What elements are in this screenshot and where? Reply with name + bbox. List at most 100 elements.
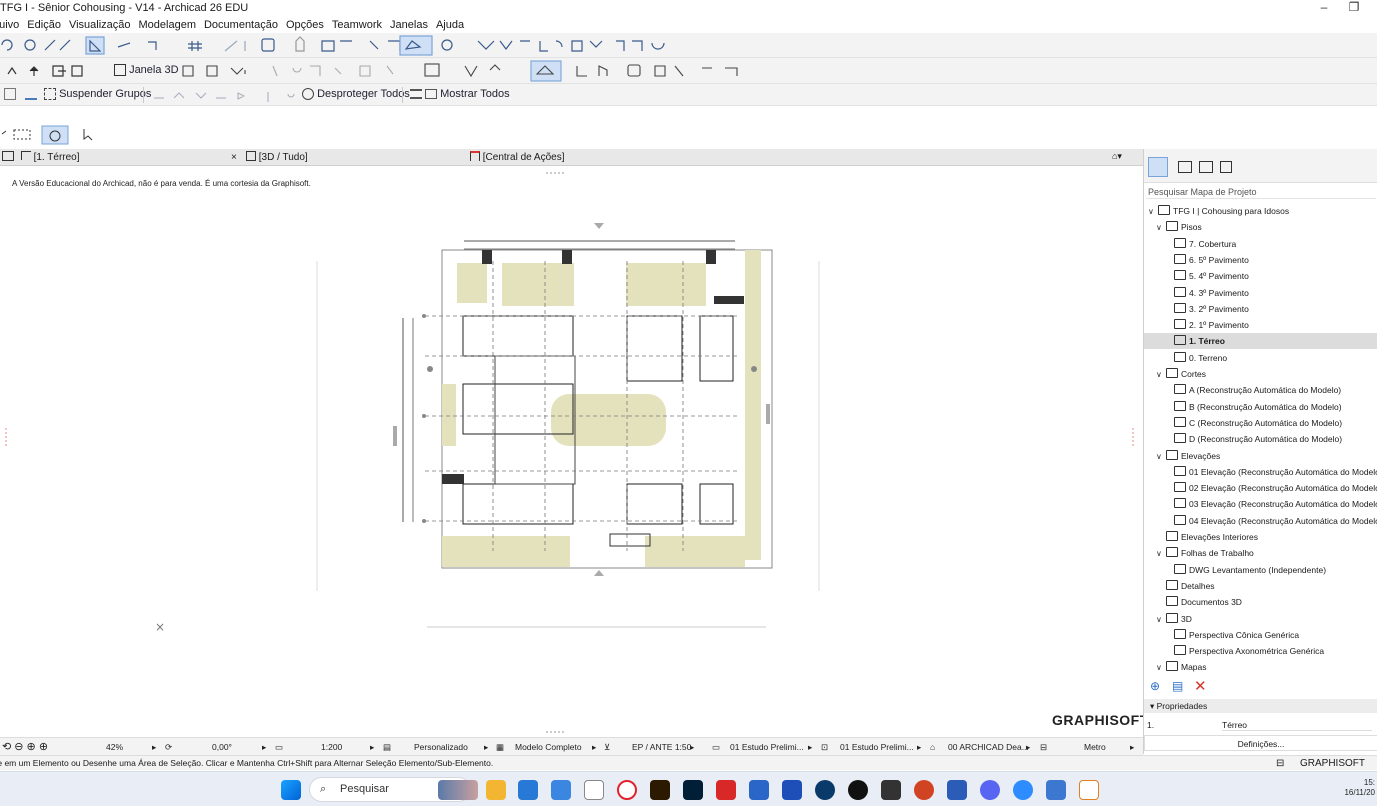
menu-edit[interactable]: Edição (23, 17, 65, 33)
tree-item[interactable]: 03 Elevação (Reconstrução Automática do … (1144, 496, 1377, 512)
minimize-button[interactable]: – (1310, 0, 1338, 17)
dimension-standard[interactable]: EP / ANTE 1:50 (632, 738, 691, 756)
zoom-tools-icon[interactable]: ⟲ ⊖ ⊕ ⊕ (2, 738, 48, 756)
menu-windows[interactable]: Janelas (386, 17, 432, 33)
tree-item[interactable]: DWG Levantamento (Independente) (1144, 562, 1377, 578)
clock[interactable]: 15: 16/11/20 (1344, 778, 1375, 798)
tree-item[interactable]: 4. 3º Pavimento (1144, 285, 1377, 301)
widget-icon[interactable] (438, 780, 478, 800)
tree-item[interactable]: Documentos 3D (1144, 594, 1377, 610)
chevron-down-icon[interactable]: ∨ (1156, 612, 1166, 627)
tree-item[interactable]: ∨Folhas de Trabalho (1144, 545, 1377, 561)
navigator-search[interactable]: Pesquisar Mapa de Projeto (1146, 185, 1376, 199)
archicad-2-icon[interactable] (1046, 780, 1066, 800)
tab-3d[interactable]: [3D / Tudo] (246, 149, 466, 166)
ms-store-icon[interactable] (518, 780, 538, 800)
renovation-dropdown-icon[interactable]: ▸ (1026, 738, 1030, 756)
scale-dropdown-icon[interactable]: ▸ (370, 738, 374, 756)
dimension-dropdown-icon[interactable]: ▸ (690, 738, 694, 756)
archicad-icon[interactable] (749, 780, 769, 800)
tree-item[interactable]: 04 Elevação (Reconstrução Automática do … (1144, 513, 1377, 529)
photoshop-icon[interactable] (683, 780, 703, 800)
tree-item[interactable]: 7. Cobertura (1144, 236, 1377, 252)
add-icon[interactable]: ⊕ (1150, 679, 1160, 693)
tree-item[interactable]: B (Reconstrução Automática do Modelo) (1144, 399, 1377, 415)
pen-set-dropdown-icon[interactable]: ▸ (484, 738, 488, 756)
graphic-override[interactable]: 01 Estudo Prelimi... (840, 738, 914, 756)
definitions-button[interactable]: Definições... (1144, 735, 1377, 751)
revit-icon[interactable] (782, 780, 802, 800)
zoom-dropdown-icon[interactable]: ▸ (152, 738, 156, 756)
windows-start-icon[interactable] (281, 780, 301, 800)
notes-icon[interactable] (584, 780, 604, 800)
zoom-level[interactable]: 42% (106, 738, 123, 756)
toolbar-3d-icons-right[interactable] (175, 58, 775, 84)
tree-item[interactable]: 3. 2º Pavimento (1144, 301, 1377, 317)
tab-menu-icon[interactable]: ⌂▾ (1112, 151, 1122, 162)
model-view[interactable]: Modelo Completo (515, 738, 582, 756)
tree-item[interactable]: 0. Terreno (1144, 350, 1377, 366)
rotate-icon[interactable]: ⟳ (165, 738, 172, 756)
tree-item[interactable]: Elevações Interiores (1144, 529, 1377, 545)
layout-book-icon[interactable] (1199, 161, 1213, 173)
tree-item[interactable]: 5. 4º Pavimento (1144, 268, 1377, 284)
chevron-down-icon[interactable]: ∨ (1156, 449, 1166, 464)
model-view-dropdown-icon[interactable]: ▸ (592, 738, 596, 756)
zoom-icon[interactable] (1013, 780, 1033, 800)
tree-item[interactable]: ∨Cortes (1144, 366, 1377, 382)
tree-item[interactable]: ∨3D (1144, 611, 1377, 627)
tab-action-center[interactable]: [Central de Ações] (470, 149, 670, 166)
floor-plan-drawing[interactable]: × (0, 166, 1140, 734)
steam-icon[interactable] (848, 780, 868, 800)
toolbar-3d-icons-left[interactable] (0, 58, 130, 84)
epic-games-icon[interactable] (881, 780, 901, 800)
properties-name[interactable]: Térreo (1222, 720, 1372, 731)
tree-item[interactable]: 02 Elevação (Reconstrução Automática do … (1144, 480, 1377, 496)
calculator-icon[interactable] (551, 780, 571, 800)
maximize-button[interactable]: ❐ (1340, 0, 1368, 17)
powerpoint-icon[interactable] (914, 780, 934, 800)
discord-icon[interactable] (980, 780, 1000, 800)
file-explorer-icon[interactable] (486, 780, 506, 800)
menu-view[interactable]: Visualização (65, 17, 135, 33)
show-all-button[interactable]: Mostrar Todos (410, 85, 510, 103)
tree-item[interactable]: ∨Pisos (1144, 219, 1377, 235)
menu-options[interactable]: Opções (282, 17, 328, 33)
autocad-icon[interactable] (716, 780, 736, 800)
unprotect-all-button[interactable]: Desproteger Todos (302, 85, 410, 103)
menu-help[interactable]: Ajuda (432, 17, 468, 33)
tree-item[interactable]: C (Reconstrução Automática do Modelo) (1144, 415, 1377, 431)
units-dropdown-icon[interactable]: ▸ (1130, 738, 1134, 756)
tree-item[interactable]: Perspectiva Cônica Genérica (1144, 627, 1377, 643)
override-dropdown-icon[interactable]: ▸ (917, 738, 921, 756)
opera-icon[interactable] (617, 780, 637, 800)
toolbar-standard-icons[interactable] (0, 33, 690, 58)
tree-item[interactable]: ∨Elevações (1144, 448, 1377, 464)
layer-combination[interactable]: 01 Estudo Prelimi... (730, 738, 804, 756)
tab-close-icon[interactable]: × (231, 149, 237, 166)
layer-dropdown-icon[interactable]: ▸ (808, 738, 812, 756)
chevron-down-icon[interactable]: ∨ (1156, 660, 1166, 675)
publisher-sets-icon[interactable] (1220, 161, 1232, 173)
window-3d-button[interactable]: Janela 3D (114, 61, 179, 79)
group-icons[interactable] (4, 85, 37, 103)
tree-item[interactable]: Detalhes (1144, 578, 1377, 594)
view-map-icon[interactable] (1178, 161, 1192, 173)
renovation-filter[interactable]: 00 ARCHICAD Dea... (948, 738, 1029, 756)
chevron-down-icon[interactable]: ∨ (1156, 546, 1166, 561)
suspend-groups-button[interactable]: Suspender Grupos (44, 85, 151, 103)
align-icons[interactable] (150, 84, 300, 106)
menu-file[interactable]: Arquivo (0, 17, 23, 33)
tab-floor-plan[interactable]: [1. Térreo] × (2, 149, 242, 166)
floor-plan-canvas[interactable]: A Versão Educacional do Archicad, não é … (0, 166, 1140, 734)
word-icon[interactable] (947, 780, 967, 800)
tree-item[interactable]: 01 Elevação (Reconstrução Automática do … (1144, 464, 1377, 480)
tree-item[interactable]: D (Reconstrução Automática do Modelo) (1144, 431, 1377, 447)
sketchup-icon[interactable] (815, 780, 835, 800)
units[interactable]: Metro (1084, 738, 1106, 756)
tree-item[interactable]: ∨TFG I | Cohousing para Idosos (1144, 203, 1377, 219)
chevron-down-icon[interactable]: ∨ (1156, 220, 1166, 235)
tree-item[interactable]: 6. 5º Pavimento (1144, 252, 1377, 268)
project-map-icon[interactable] (1148, 157, 1168, 177)
window-icon[interactable]: ⊟ (1276, 756, 1284, 771)
